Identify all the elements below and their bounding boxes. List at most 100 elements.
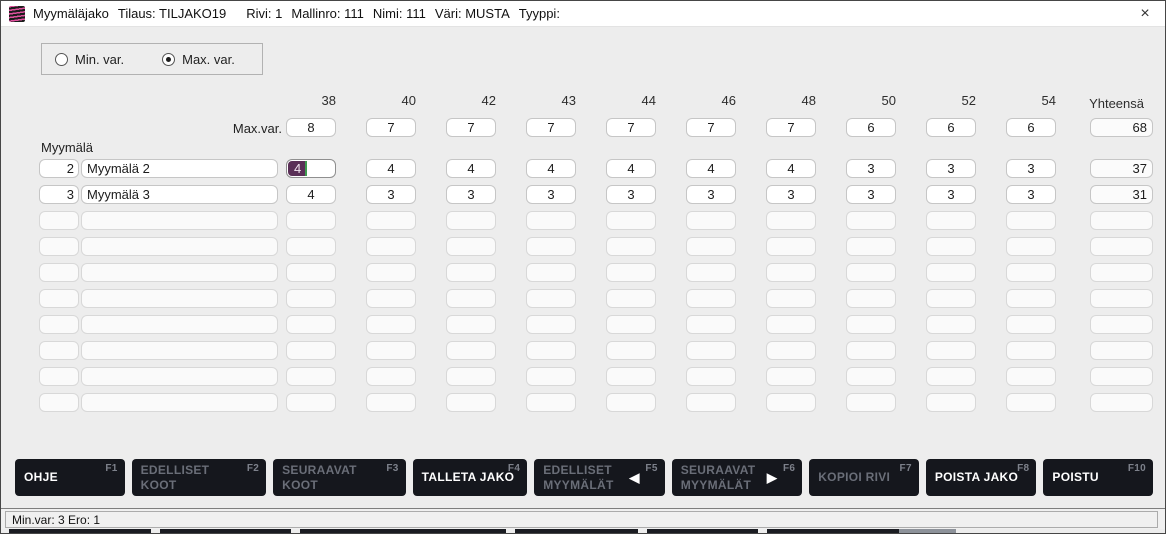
quantity-cell[interactable] — [1006, 237, 1056, 256]
quantity-cell[interactable] — [766, 315, 816, 334]
store-id-cell[interactable] — [39, 289, 79, 308]
quantity-cell[interactable] — [686, 263, 736, 282]
store-id-cell[interactable] — [39, 393, 79, 412]
store-name-cell[interactable] — [81, 211, 278, 230]
quantity-cell[interactable] — [446, 211, 496, 230]
quantity-cell[interactable] — [846, 211, 896, 230]
quantity-cell[interactable]: 3 — [846, 159, 896, 178]
quantity-cell[interactable] — [926, 367, 976, 386]
quantity-cell[interactable]: 4 — [606, 159, 656, 178]
store-name-cell[interactable]: Myymälä 3 — [81, 185, 278, 204]
quantity-cell[interactable] — [846, 367, 896, 386]
quantity-cell[interactable] — [766, 341, 816, 360]
quantity-cell[interactable] — [1006, 315, 1056, 334]
quantity-cell[interactable] — [1006, 211, 1056, 230]
ohje-button[interactable]: OHJE F1 — [15, 459, 125, 496]
quantity-cell[interactable] — [766, 289, 816, 308]
quantity-cell[interactable] — [686, 315, 736, 334]
store-id-cell[interactable] — [39, 341, 79, 360]
quantity-cell[interactable] — [686, 211, 736, 230]
quantity-cell[interactable]: 4 — [686, 159, 736, 178]
talleta-jako-button[interactable]: TALLETA JAKO F4 — [413, 459, 528, 496]
quantity-cell[interactable] — [606, 211, 656, 230]
quantity-cell[interactable]: 3 — [686, 185, 736, 204]
store-id-cell[interactable] — [39, 263, 79, 282]
quantity-cell[interactable] — [686, 289, 736, 308]
quantity-cell[interactable]: 4 — [366, 159, 416, 178]
quantity-cell[interactable] — [926, 393, 976, 412]
quantity-cell[interactable] — [686, 393, 736, 412]
maxvar-cell[interactable]: 7 — [366, 118, 416, 137]
quantity-cell[interactable] — [846, 341, 896, 360]
poista-jako-button[interactable]: POISTA JAKO F8 — [926, 459, 1037, 496]
maxvar-cell[interactable]: 6 — [1006, 118, 1056, 137]
quantity-cell[interactable] — [366, 237, 416, 256]
quantity-cell[interactable]: 3 — [926, 185, 976, 204]
quantity-cell[interactable] — [846, 289, 896, 308]
quantity-cell[interactable] — [686, 237, 736, 256]
quantity-cell[interactable] — [926, 211, 976, 230]
quantity-cell[interactable] — [526, 211, 576, 230]
store-name-cell[interactable] — [81, 367, 278, 386]
quantity-cell[interactable] — [526, 367, 576, 386]
radio-min-var[interactable]: Min. var. — [55, 52, 124, 67]
quantity-cell[interactable] — [286, 263, 336, 282]
quantity-cell[interactable] — [606, 237, 656, 256]
quantity-cell[interactable]: 3 — [366, 185, 416, 204]
quantity-cell[interactable]: 3 — [926, 159, 976, 178]
store-name-cell[interactable] — [81, 289, 278, 308]
quantity-cell[interactable] — [366, 393, 416, 412]
maxvar-cell[interactable]: 7 — [686, 118, 736, 137]
quantity-cell[interactable] — [766, 393, 816, 412]
quantity-cell[interactable] — [606, 393, 656, 412]
quantity-cell[interactable] — [606, 289, 656, 308]
quantity-cell[interactable] — [606, 315, 656, 334]
quantity-cell[interactable]: 4 — [286, 159, 336, 178]
quantity-cell[interactable]: 3 — [446, 185, 496, 204]
quantity-cell[interactable]: 3 — [1006, 159, 1056, 178]
quantity-cell[interactable] — [366, 341, 416, 360]
quantity-cell[interactable] — [286, 289, 336, 308]
store-id-cell[interactable] — [39, 211, 79, 230]
quantity-cell[interactable] — [606, 367, 656, 386]
quantity-cell[interactable]: 3 — [1006, 185, 1056, 204]
quantity-cell[interactable] — [846, 393, 896, 412]
quantity-cell[interactable] — [1006, 367, 1056, 386]
quantity-cell[interactable] — [446, 367, 496, 386]
quantity-cell[interactable] — [526, 263, 576, 282]
store-id-cell[interactable]: 3 — [39, 185, 79, 204]
quantity-cell[interactable] — [286, 367, 336, 386]
store-id-cell[interactable]: 2 — [39, 159, 79, 178]
quantity-cell[interactable] — [1006, 263, 1056, 282]
quantity-cell[interactable] — [606, 263, 656, 282]
quantity-cell[interactable] — [846, 263, 896, 282]
quantity-cell[interactable] — [926, 341, 976, 360]
quantity-cell[interactable] — [366, 289, 416, 308]
quantity-cell[interactable] — [926, 289, 976, 308]
quantity-cell[interactable] — [686, 341, 736, 360]
quantity-cell[interactable] — [526, 237, 576, 256]
quantity-cell[interactable] — [286, 393, 336, 412]
maxvar-cell[interactable]: 7 — [446, 118, 496, 137]
quantity-cell[interactable] — [526, 341, 576, 360]
quantity-cell[interactable] — [606, 341, 656, 360]
quantity-cell[interactable]: 4 — [446, 159, 496, 178]
quantity-cell[interactable] — [286, 211, 336, 230]
radio-max-var[interactable]: Max. var. — [162, 52, 235, 67]
quantity-cell[interactable] — [446, 341, 496, 360]
store-name-cell[interactable]: Myymälä 2 — [81, 159, 278, 178]
maxvar-cell[interactable]: 6 — [926, 118, 976, 137]
quantity-cell[interactable] — [846, 237, 896, 256]
quantity-cell[interactable]: 3 — [526, 185, 576, 204]
maxvar-cell[interactable]: 8 — [286, 118, 336, 137]
quantity-cell[interactable] — [286, 341, 336, 360]
store-id-cell[interactable] — [39, 237, 79, 256]
quantity-cell[interactable] — [366, 315, 416, 334]
quantity-cell[interactable] — [766, 211, 816, 230]
quantity-cell[interactable] — [926, 263, 976, 282]
quantity-cell[interactable]: 3 — [846, 185, 896, 204]
store-name-cell[interactable] — [81, 315, 278, 334]
quantity-cell[interactable] — [1006, 341, 1056, 360]
poistu-button[interactable]: POISTU F10 — [1043, 459, 1153, 496]
quantity-cell[interactable] — [526, 289, 576, 308]
